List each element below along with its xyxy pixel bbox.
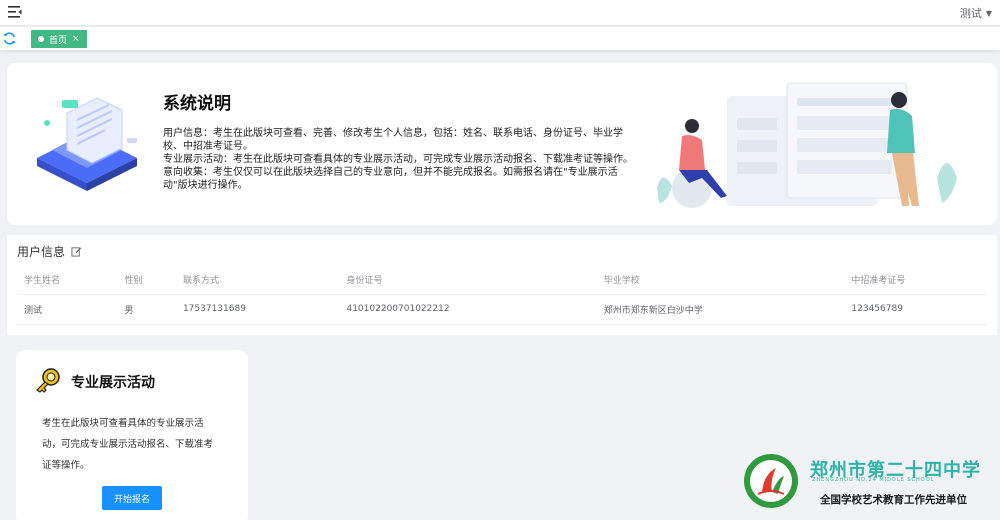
col-gender: 性别 [117,266,176,295]
activity-card-description: 考生在此版块可查看具体的专业展示活动，可完成专业展示活动报名、下载准考证等操作。 [42,418,214,471]
intro-paragraph-activity: 专业展示活动：考生在此版块可查看具体的专业展示活动，可完成专业展示活动报名、下载… [163,154,633,165]
user-info-title: 用户信息 [17,245,66,259]
cell-gender: 男 [117,294,176,325]
menu-fold-icon[interactable] [7,4,23,20]
school-logo [744,454,798,508]
intro-paragraph-intention: 意向收集：考生仅仅可以在此版块选择自己的专业意向，但并不能完成报名。如需报名请在… [163,167,618,191]
cell-id-number: 410102200701022212 [339,294,597,325]
user-dropdown[interactable]: 测试 ▼ [960,5,992,21]
school-slogan: 全国学校艺术教育工作先进单位 [820,494,967,506]
user-info-table: 学生姓名 性别 联系方式 身份证号 毕业学校 中招准考证号 测试 男 17537… [17,266,987,325]
intro-title: 系统说明 [163,94,231,114]
documents-illustration [37,97,137,191]
edit-icon[interactable] [71,246,82,257]
cell-contact: 17537131689 [175,294,340,325]
start-registration-button[interactable]: 开始报名 [102,486,162,510]
intro-paragraph-user-info: 用户信息：考生在此版块可查看、完善、修改考生个人信息，包括：姓名、联系电话、身份… [163,128,623,152]
tab-home-label: 首页 [49,35,68,46]
school-english-name: ZHENGZHOU NO.24 MIDDLE SCHOOL [812,477,935,483]
table-header-row: 学生姓名 性别 联系方式 身份证号 毕业学校 中招准考证号 [17,266,987,295]
people-dashboard-illustration [657,82,957,208]
caret-down-icon: ▼ [985,8,992,18]
col-student-name: 学生姓名 [17,266,118,295]
cell-school: 郑州市郑东新区白沙中学 [596,294,845,325]
table-row: 测试 男 17537131689 410102200701022212 郑州市郑… [17,294,987,325]
user-info-panel: 用户信息 学生姓名 性别 联系方式 身份证号 毕业学校 中招准考证号 测试 男 … [7,235,997,335]
intro-description: 用户信息：考生在此版块可查看、完善、修改考生个人信息，包括：姓名、联系电话、身份… [163,127,633,192]
active-dot-icon [38,36,44,42]
activity-card: 专业展示活动 考生在此版块可查看具体的专业展示活动，可完成专业展示活动报名、下载… [16,350,248,520]
col-id-number: 身份证号 [339,266,597,295]
cell-exam-number: 123456789 [844,294,987,325]
col-school: 毕业学校 [596,266,845,295]
key-icon [36,368,60,393]
refresh-icon[interactable] [2,31,17,46]
tags-view-bar: 首页 × [0,27,1000,51]
top-navbar: 测试 ▼ [0,0,1000,26]
user-info-header: 用户信息 [17,243,82,260]
col-exam-number: 中招准考证号 [844,266,987,295]
system-intro-panel: 系统说明 用户信息：考生在此版块可查看、完善、修改考生个人信息，包括：姓名、联系… [7,63,997,225]
user-name: 测试 [959,7,982,20]
tab-home[interactable]: 首页 × [31,30,87,48]
tab-close-icon[interactable]: × [72,34,80,44]
col-contact: 联系方式 [175,266,340,295]
activity-card-title: 专业展示活动 [71,375,155,391]
cell-student-name: 测试 [17,294,118,325]
